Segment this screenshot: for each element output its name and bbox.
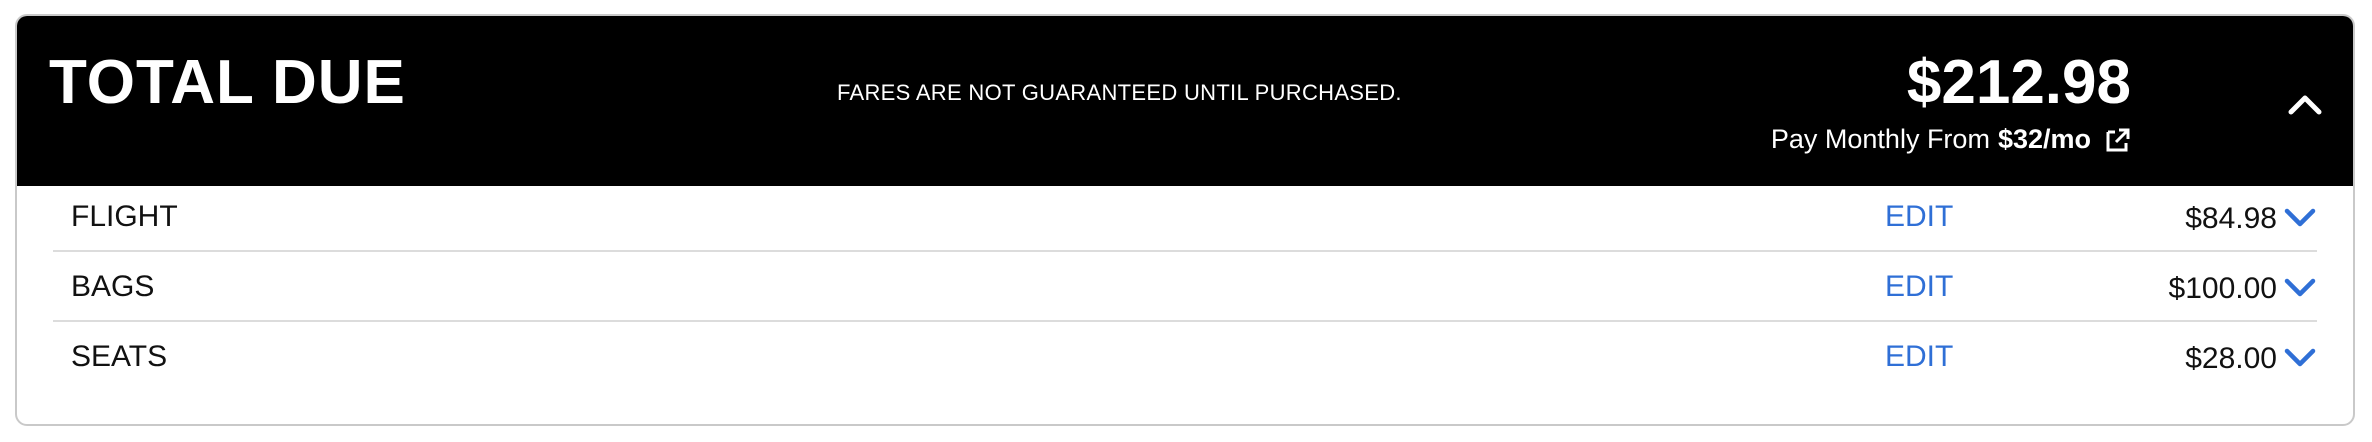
chevron-down-icon[interactable] bbox=[2283, 276, 2317, 300]
chevron-up-icon[interactable] bbox=[2285, 88, 2325, 118]
line-item-label: FLIGHT bbox=[71, 200, 178, 233]
pay-monthly-link[interactable]: Pay Monthly From $32/mo bbox=[1771, 126, 2131, 153]
chevron-down-icon[interactable] bbox=[2283, 346, 2317, 370]
line-item-flight: FLIGHT EDIT $84.98 bbox=[53, 182, 2317, 252]
total-due-title: TOTAL DUE bbox=[49, 48, 406, 117]
total-due-card: TOTAL DUE FARES ARE NOT GUARANTEED UNTIL… bbox=[15, 14, 2355, 426]
total-due-header: TOTAL DUE FARES ARE NOT GUARANTEED UNTIL… bbox=[17, 16, 2353, 186]
pay-monthly-amount: $32/mo bbox=[1997, 124, 2091, 154]
fare-disclaimer: FARES ARE NOT GUARANTEED UNTIL PURCHASED… bbox=[837, 80, 1402, 105]
edit-seats-link[interactable]: EDIT bbox=[1885, 342, 1953, 372]
total-amount: $212.98 bbox=[1906, 48, 2131, 117]
edit-flight-link[interactable]: EDIT bbox=[1885, 202, 1953, 232]
line-item-label: BAGS bbox=[71, 270, 155, 303]
line-item-seats: SEATS EDIT $28.00 bbox=[53, 322, 2317, 392]
external-link-icon[interactable] bbox=[2105, 127, 2131, 153]
line-item-bags: BAGS EDIT $100.00 bbox=[53, 252, 2317, 322]
line-item-price: $84.98 bbox=[2185, 202, 2277, 235]
line-item-label: SEATS bbox=[71, 340, 168, 373]
chevron-down-icon[interactable] bbox=[2283, 206, 2317, 230]
edit-bags-link[interactable]: EDIT bbox=[1885, 272, 1953, 302]
line-item-price: $100.00 bbox=[2168, 272, 2277, 305]
line-item-price: $28.00 bbox=[2185, 342, 2277, 375]
line-items: FLIGHT EDIT $84.98 BAGS EDIT $100.00 SEA… bbox=[53, 182, 2317, 392]
pay-monthly-label: Pay Monthly From bbox=[1770, 124, 1990, 154]
